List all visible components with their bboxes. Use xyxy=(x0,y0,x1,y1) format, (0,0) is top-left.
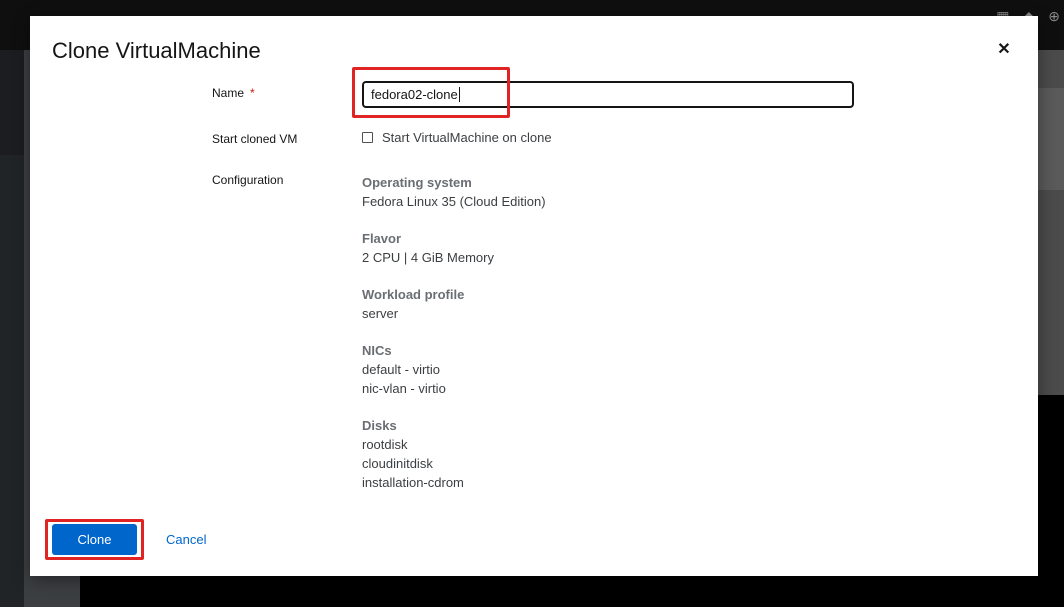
clone-button[interactable]: Clone xyxy=(52,524,137,555)
config-value: nic-vlan - virtio xyxy=(362,381,446,396)
cancel-button[interactable]: Cancel xyxy=(166,532,206,547)
required-indicator: * xyxy=(250,86,255,100)
config-value: installation-cdrom xyxy=(362,475,464,490)
configuration-summary: Operating system Fedora Linux 35 (Cloud … xyxy=(362,173,762,510)
config-heading: Operating system xyxy=(362,175,472,190)
config-group-nics: NICs default - virtio nic-vlan - virtio xyxy=(362,341,762,398)
add-icon: ⊕ xyxy=(1048,8,1060,24)
background-sidebar-dark xyxy=(0,155,24,607)
config-group-workload-profile: Workload profile server xyxy=(362,285,762,323)
configuration-label: Configuration xyxy=(212,173,284,187)
start-on-clone-checkbox-label[interactable]: Start VirtualMachine on clone xyxy=(382,130,552,145)
name-label-text: Name xyxy=(212,86,245,100)
config-heading: Flavor xyxy=(362,231,402,246)
config-heading: Workload profile xyxy=(362,287,465,302)
name-input[interactable]: fedora02-clone xyxy=(362,81,854,108)
clone-vm-dialog: Clone VirtualMachine ✕ Name * fedora02-cl… xyxy=(30,16,1038,576)
config-value: Fedora Linux 35 (Cloud Edition) xyxy=(362,194,546,209)
config-group-disks: Disks rootdisk cloudinitdisk installatio… xyxy=(362,416,762,492)
start-on-clone-checkbox[interactable] xyxy=(362,132,373,143)
config-group-operating-system: Operating system Fedora Linux 35 (Cloud … xyxy=(362,173,762,211)
background-panel xyxy=(1036,88,1064,190)
close-icon[interactable]: ✕ xyxy=(996,42,1012,58)
name-field-label: Name * xyxy=(212,86,255,100)
config-value: cloudinitdisk xyxy=(362,456,433,471)
name-input-value: fedora02-clone xyxy=(371,87,458,102)
start-cloned-vm-label: Start cloned VM xyxy=(212,132,298,146)
start-on-clone-checkbox-row[interactable]: Start VirtualMachine on clone xyxy=(362,130,552,145)
config-heading: Disks xyxy=(362,418,397,433)
config-value: default - virtio xyxy=(362,362,441,377)
config-value: 2 CPU | 4 GiB Memory xyxy=(362,250,494,265)
config-value: rootdisk xyxy=(362,437,408,452)
config-value: server xyxy=(362,306,399,321)
config-heading: NICs xyxy=(362,343,392,358)
text-cursor xyxy=(458,87,460,102)
config-group-flavor: Flavor 2 CPU | 4 GiB Memory xyxy=(362,229,762,267)
dialog-title: Clone VirtualMachine xyxy=(52,38,261,63)
